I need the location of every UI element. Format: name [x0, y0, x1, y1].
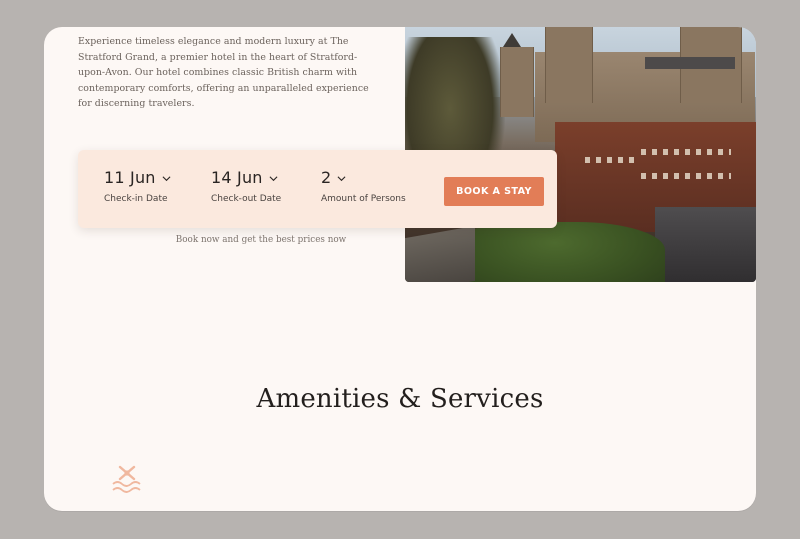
hero-tower-center [545, 27, 593, 103]
hero-windows-3 [585, 157, 635, 163]
intro-text: Experience timeless elegance and modern … [78, 36, 369, 110]
hero-windows-1 [641, 149, 731, 155]
persons-value: 2 [321, 168, 332, 187]
persons-label: Amount of Persons [321, 194, 406, 204]
booking-bar: 11 Jun Check-in Date 14 Jun Check-out Da… [78, 150, 557, 228]
book-a-stay-button[interactable]: BOOK A STAY [444, 177, 544, 206]
checkout-dropdown[interactable]: 14 Jun Check-out Date [211, 168, 281, 204]
checkout-value: 14 Jun [211, 168, 263, 187]
chevron-down-icon [337, 175, 346, 181]
persons-dropdown[interactable]: 2 Amount of Persons [321, 168, 406, 204]
chevron-down-icon [162, 175, 171, 181]
checkin-label: Check-in Date [104, 194, 168, 204]
hero-roof [645, 57, 735, 69]
checkin-value: 11 Jun [104, 168, 156, 187]
hero-tower-left [500, 47, 534, 117]
checkin-dropdown[interactable]: 11 Jun Check-in Date [104, 168, 171, 204]
hero-windows-2 [641, 173, 731, 179]
checkout-label: Check-out Date [211, 194, 282, 204]
chevron-down-icon [269, 175, 278, 181]
booking-note: Book now and get the best prices now [175, 235, 347, 245]
hero-spire [503, 33, 521, 47]
amenities-title: Amenities & Services [256, 384, 544, 414]
page-frame: Experience timeless elegance and modern … [44, 27, 756, 511]
hero-grass [445, 222, 665, 282]
hero-street [655, 207, 756, 282]
swimming-pool-icon [112, 465, 141, 493]
